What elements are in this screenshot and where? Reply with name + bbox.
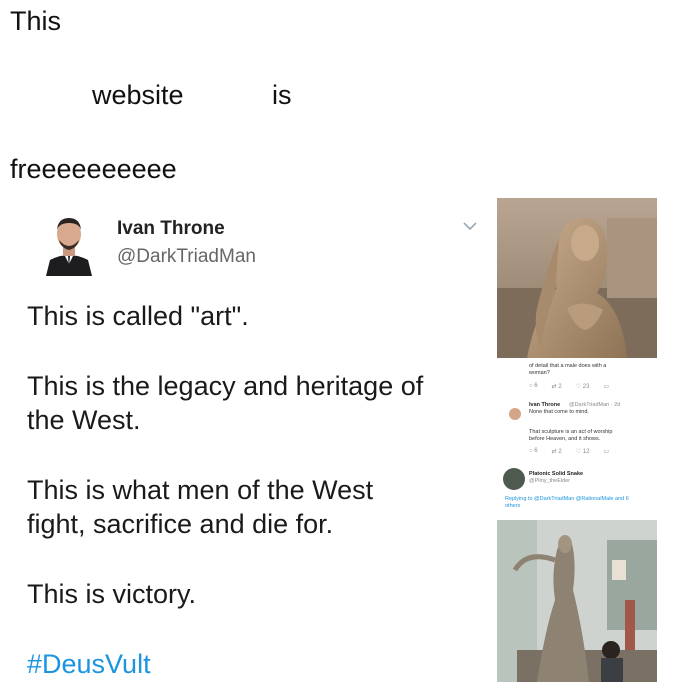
author-handle[interactable]: @DarkTriadMan (117, 246, 256, 268)
retweet-icon[interactable]: ⇄ 2 (552, 383, 562, 390)
reply-3-handle: @Pliny_theElder (529, 478, 571, 484)
dm-icon[interactable]: ▭ (603, 448, 609, 455)
reply-2-text: None that come to mind. (529, 409, 589, 415)
reply-3-author[interactable]: Platonic Solid Snake (529, 471, 583, 478)
like-icon[interactable]: ♡ 23 (576, 383, 590, 390)
reply-avatar-snake[interactable] (503, 468, 525, 490)
retweet-icon[interactable]: ⇄ 2 (552, 448, 562, 455)
caption-word-is: is (272, 80, 292, 110)
reply-2-body-2: before Heaven, and it shows. (529, 436, 601, 442)
like-icon[interactable]: ♡ 12 (576, 448, 590, 455)
caption-word-website: website (92, 80, 184, 110)
author-avatar[interactable] (44, 210, 94, 276)
reply-avatar-ivan[interactable] (509, 408, 521, 420)
sculpture-photo-top[interactable] (497, 198, 657, 358)
reply-3-replying-to-2[interactable]: others (505, 503, 520, 510)
reply-2-actions: ○ 6 ⇄ 2 ♡ 12 ▭ (529, 448, 609, 455)
reply-snippet-line-2: woman? (529, 370, 550, 376)
hashtag-link[interactable]: #DeusVult (27, 648, 151, 681)
reply-snippet-line-1: of detail that a male does with a (529, 363, 607, 369)
sculpture-photo-top-image (497, 198, 657, 358)
reply-2-author[interactable]: Ivan Throne (529, 402, 560, 409)
reply-2-body-1: That sculpture is an act of worship (529, 429, 613, 435)
reply-1-actions: ○ 6 ⇄ 2 ♡ 23 ▭ (529, 383, 609, 390)
reply-icon[interactable]: ○ 6 (529, 448, 538, 455)
reply-icon[interactable]: ○ 6 (529, 383, 538, 390)
tweet-line-2: This is the legacy and heritage of (27, 371, 424, 401)
author-avatar-image (44, 210, 94, 276)
caption-word-this: This (10, 6, 62, 36)
caption-word-free: freeeeeeeeee (10, 154, 177, 184)
reply-3-replying-to-1[interactable]: Replying to @DarkTriadMan @RationalMale … (505, 496, 629, 503)
tweet-line-1: This is called "art". (27, 301, 249, 331)
sculpture-photo-bottom[interactable] (497, 520, 657, 682)
dm-icon[interactable]: ▭ (603, 383, 609, 390)
tweet-line-3: the West. (27, 405, 141, 435)
chevron-down-icon[interactable] (462, 220, 478, 232)
tweet-line-5: fight, sacrifice and die for. (27, 509, 334, 539)
reply-2-meta: @DarkTriadMan · 2d (569, 402, 621, 408)
author-name[interactable]: Ivan Throne (117, 218, 225, 240)
tweet-line-6: This is victory. (27, 579, 197, 609)
sculpture-photo-bottom-image (497, 520, 657, 682)
reply-screenshot: of detail that a male does with a woman?… (497, 198, 657, 684)
tweet-line-4: This is what men of the West (27, 475, 374, 505)
